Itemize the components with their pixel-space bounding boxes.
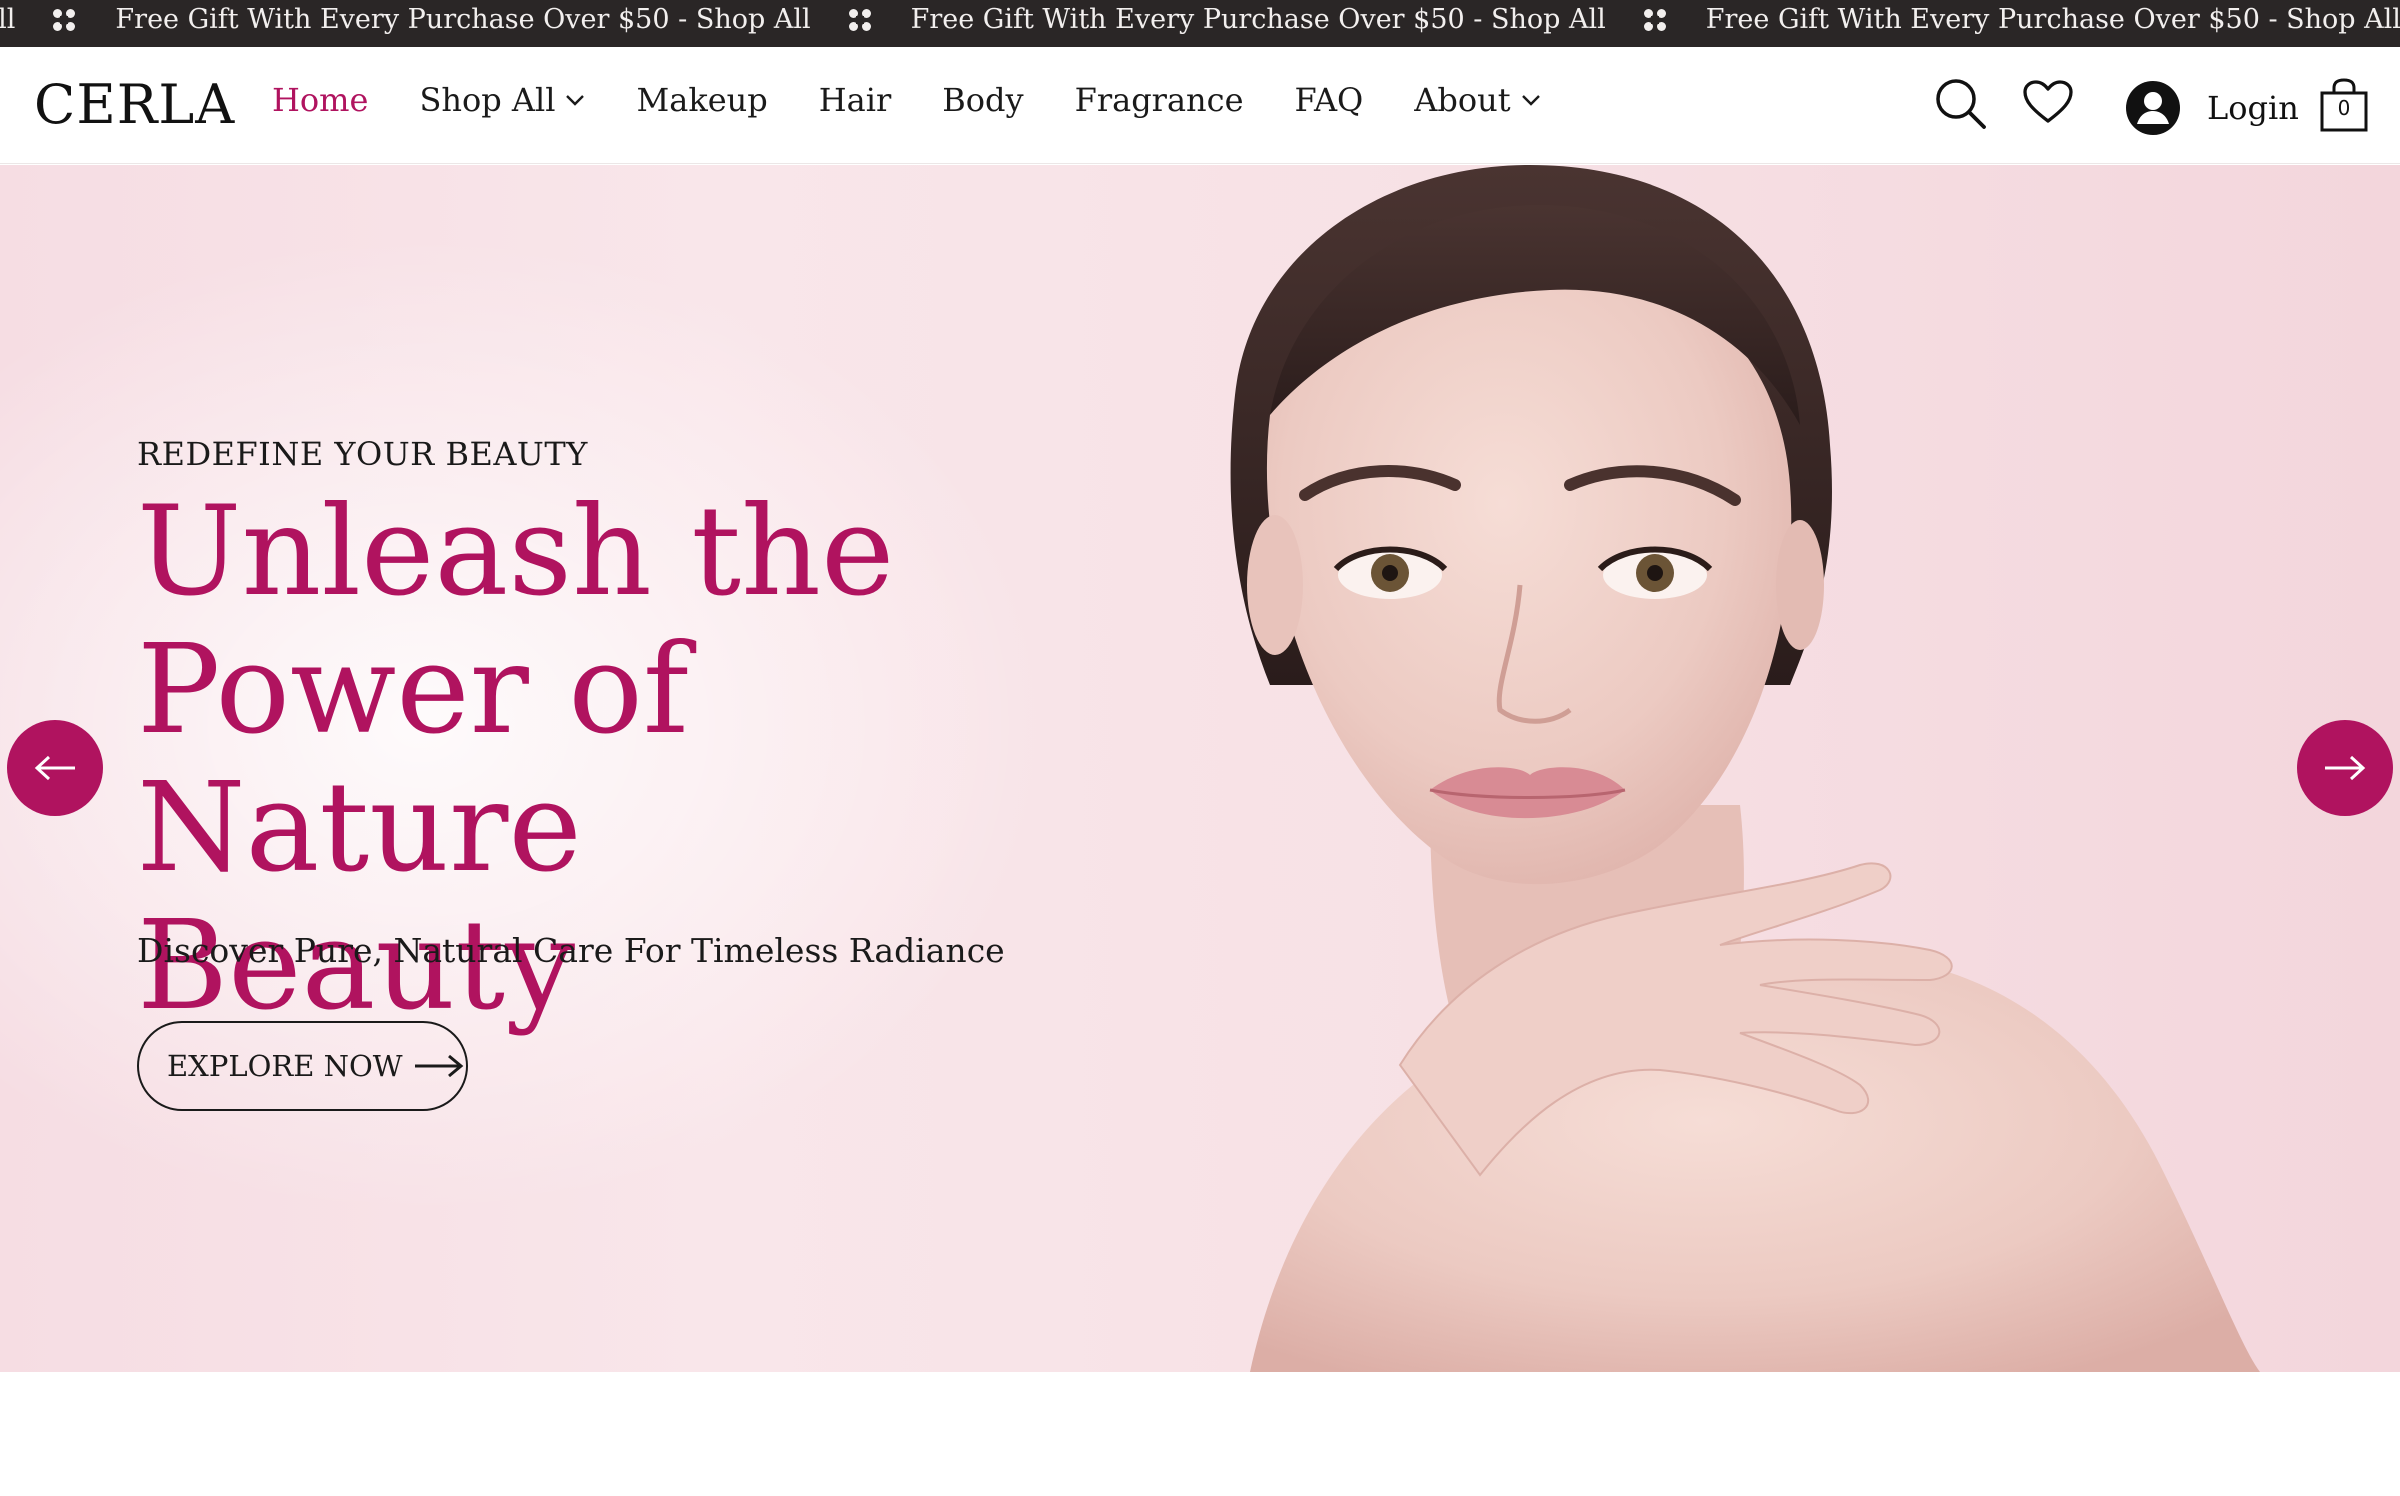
announcement-item[interactable]: 50 - Shop All xyxy=(0,0,15,40)
nav-label: Home xyxy=(272,81,369,119)
slider-next-button[interactable] xyxy=(2297,720,2393,816)
hero-title-line: Unleash the xyxy=(137,480,895,624)
announcement-item[interactable]: Free Gift With Every Purchase Over $50 -… xyxy=(911,0,1606,40)
arrow-right-icon xyxy=(2325,755,2366,781)
heart-icon[interactable] xyxy=(2022,79,2074,125)
flower-separator-icon xyxy=(53,9,76,31)
nav-item-about[interactable]: About xyxy=(1414,81,1540,119)
slider-prev-button[interactable] xyxy=(7,720,103,816)
announcement-track: 50 - Shop All Free Gift With Every Purch… xyxy=(0,0,2400,40)
nav-label: Makeup xyxy=(636,81,768,119)
hero-eyebrow: REDEFINE YOUR BEAUTY xyxy=(137,435,588,473)
nav-label: Body xyxy=(942,81,1024,119)
nav-item-faq[interactable]: FAQ xyxy=(1295,81,1364,119)
nav-item-fragrance[interactable]: Fragrance xyxy=(1075,81,1244,119)
chevron-down-icon xyxy=(1521,95,1540,106)
main-nav: Home Shop All Makeup Hair Body Fragrance… xyxy=(272,81,1592,119)
hero-banner: REDEFINE YOUR BEAUTY Unleash the Power o… xyxy=(0,165,2400,1372)
announcement-item[interactable]: Free Gift With Every Purchase Over $50 -… xyxy=(1706,0,2400,40)
nav-item-hair[interactable]: Hair xyxy=(819,81,892,119)
arrow-left-icon xyxy=(34,755,75,781)
announcement-text: Free Gift With Every Purchase Over $50 -… xyxy=(910,4,1606,35)
flower-separator-icon xyxy=(848,9,871,31)
search-icon[interactable] xyxy=(1934,77,1988,131)
nav-label: Hair xyxy=(818,81,892,119)
brand-logo[interactable]: CERLA xyxy=(34,73,235,136)
nav-item-home[interactable]: Home xyxy=(272,81,368,119)
hero-title-line: Power of Nature xyxy=(137,618,689,900)
flower-separator-icon xyxy=(1643,9,1666,31)
nav-label: Fragrance xyxy=(1074,81,1244,119)
arrow-right-icon xyxy=(414,1054,463,1078)
hero-model-image xyxy=(1230,165,2260,1372)
nav-label: Shop All xyxy=(419,81,556,119)
hero-subtitle: Discover Pure, Natural Care For Timeless… xyxy=(137,931,1005,970)
explore-now-button[interactable]: EXPLORE NOW xyxy=(137,1021,468,1111)
explore-now-label: EXPLORE NOW xyxy=(167,1049,403,1083)
site-header: CERLA Home Shop All Makeup Hair Body Fra… xyxy=(0,47,2400,164)
cart-button[interactable]: 0 xyxy=(2319,77,2369,133)
announcement-bar: 50 - Shop All Free Gift With Every Purch… xyxy=(0,0,2400,47)
nav-item-shop-all[interactable]: Shop All xyxy=(419,81,585,119)
announcement-text: Free Gift With Every Purchase Over $50 -… xyxy=(115,4,811,35)
announcement-item[interactable]: Free Gift With Every Purchase Over $50 -… xyxy=(115,0,810,40)
account-icon[interactable] xyxy=(2125,80,2181,136)
announcement-text: 50 - Shop All xyxy=(0,4,16,35)
nav-item-makeup[interactable]: Makeup xyxy=(636,81,767,119)
announcement-text: Free Gift With Every Purchase Over $50 -… xyxy=(1705,4,2400,35)
login-link[interactable]: Login xyxy=(2207,89,2299,127)
nav-item-body[interactable]: Body xyxy=(942,81,1023,119)
chevron-down-icon xyxy=(566,95,585,106)
nav-label: About xyxy=(1414,81,1511,119)
cart-count-badge: 0 xyxy=(2337,96,2351,120)
nav-label: FAQ xyxy=(1294,81,1364,119)
